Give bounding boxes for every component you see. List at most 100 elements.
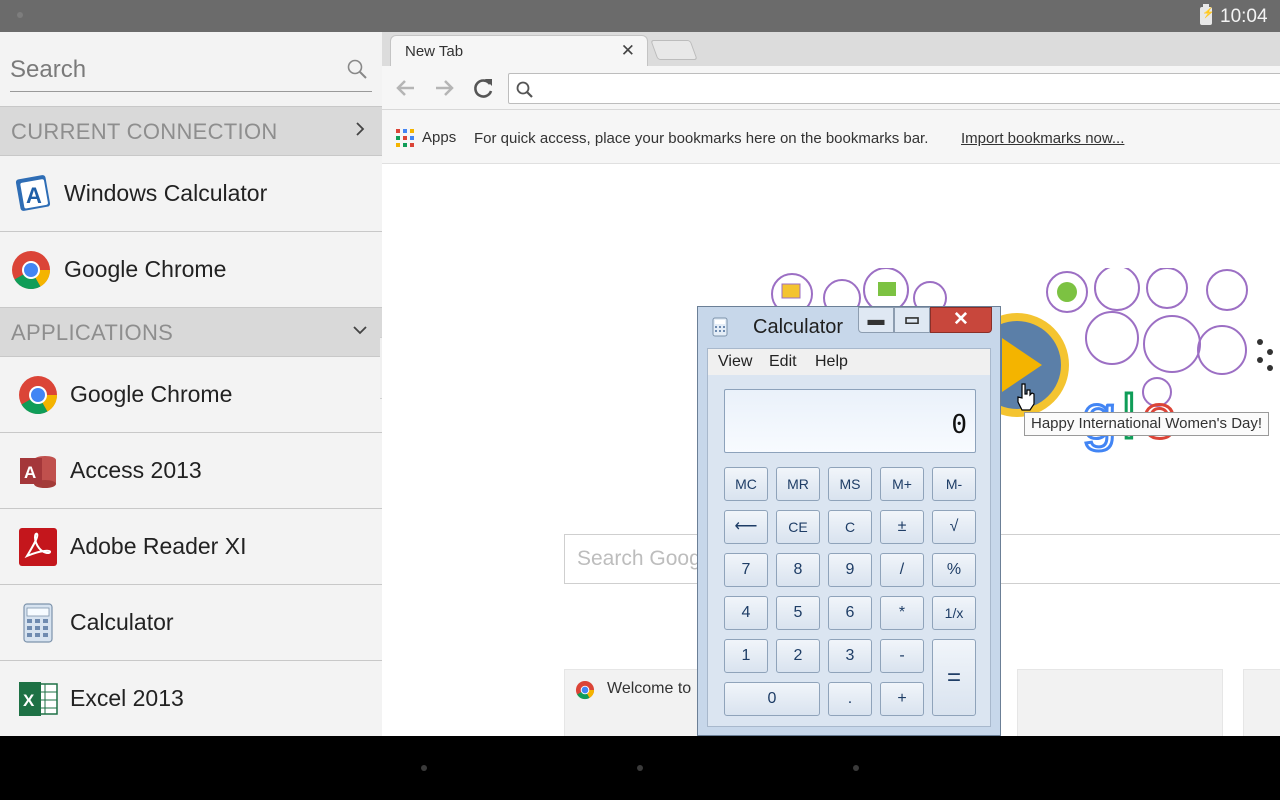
- app-item-label: Adobe Reader XI: [70, 533, 247, 559]
- calculator-window: Calculator ▬ ▭ ✕ View Edit Help 0 MC MR …: [697, 306, 1001, 736]
- chrome-icon: [19, 376, 58, 415]
- key-equals[interactable]: =: [932, 639, 976, 716]
- key-plus-minus[interactable]: ±: [880, 510, 924, 544]
- notification-dot-icon: [17, 12, 23, 18]
- apps-grid-icon[interactable]: [396, 129, 414, 147]
- connection-item-windows-calculator[interactable]: A Windows Calculator: [0, 156, 382, 232]
- app-item-google-chrome[interactable]: Google Chrome: [0, 357, 382, 433]
- bookmarks-bar: Apps For quick access, place your bookma…: [382, 110, 1280, 164]
- app-item-adobe-reader-xi[interactable]: Adobe Reader XI: [0, 509, 382, 585]
- status-bar: 10:04: [0, 0, 1280, 32]
- key-add[interactable]: +: [880, 682, 924, 716]
- key-1[interactable]: 1: [724, 639, 768, 673]
- calculator-body: View Edit Help 0 MC MR MS M+ M- ⟵ CE C ±…: [707, 348, 991, 727]
- key-0[interactable]: 0: [724, 682, 820, 716]
- key-backspace[interactable]: ⟵: [724, 510, 768, 544]
- home-nav-icon[interactable]: [637, 765, 643, 771]
- key-sqrt[interactable]: √: [932, 510, 976, 544]
- import-bookmarks-link[interactable]: Import bookmarks now...: [961, 130, 1124, 147]
- most-visited-tile-empty[interactable]: [1243, 669, 1280, 736]
- chevron-down-icon: [353, 326, 367, 335]
- access-icon: A: [20, 456, 56, 488]
- calculator-icon: [23, 603, 53, 643]
- app-item-excel-2013[interactable]: X Excel 2013: [0, 661, 382, 736]
- back-nav-icon[interactable]: [421, 765, 427, 771]
- search-input[interactable]: [10, 50, 330, 90]
- applications-header[interactable]: APPLICATIONS: [0, 307, 382, 357]
- key-mc[interactable]: MC: [724, 467, 768, 501]
- menu-edit[interactable]: Edit: [769, 353, 797, 371]
- tab-title: New Tab: [405, 43, 464, 60]
- key-5[interactable]: 5: [776, 596, 820, 630]
- forward-icon[interactable]: [430, 74, 458, 102]
- key-c[interactable]: C: [828, 510, 872, 544]
- bookmarks-hint: For quick access, place your bookmarks h…: [474, 130, 929, 147]
- key-8[interactable]: 8: [776, 553, 820, 587]
- tab-new-tab[interactable]: New Tab ✕: [390, 35, 648, 66]
- key-percent[interactable]: %: [932, 553, 976, 587]
- remote-app-icon: A: [15, 175, 51, 211]
- key-multiply[interactable]: *: [880, 596, 924, 630]
- connection-item-label: Windows Calculator: [64, 180, 268, 206]
- key-6[interactable]: 6: [828, 596, 872, 630]
- svg-text:A: A: [26, 183, 42, 208]
- key-3[interactable]: 3: [828, 639, 872, 673]
- app-item-label: Access 2013: [70, 457, 202, 483]
- close-tab-icon[interactable]: ✕: [621, 41, 635, 61]
- side-panel: CURRENT CONNECTION A Windows Calculator …: [0, 32, 382, 736]
- calculator-display: 0: [724, 389, 976, 453]
- chrome-icon: [575, 680, 595, 700]
- maximize-icon: ▭: [903, 310, 921, 329]
- apps-link[interactable]: Apps: [422, 129, 456, 146]
- key-7[interactable]: 7: [724, 553, 768, 587]
- most-visited-tile-empty[interactable]: [1017, 669, 1223, 736]
- search-icon[interactable]: [346, 58, 368, 80]
- key-ms[interactable]: MS: [828, 467, 872, 501]
- address-bar[interactable]: [508, 73, 1280, 104]
- key-decimal[interactable]: .: [828, 682, 872, 716]
- maximize-button[interactable]: ▭: [894, 307, 930, 333]
- new-tab-button[interactable]: [650, 40, 698, 60]
- search-bar: [10, 50, 372, 92]
- chevron-right-icon: [356, 122, 365, 136]
- reload-icon[interactable]: [469, 74, 497, 102]
- key-m-plus[interactable]: M+: [880, 467, 924, 501]
- doodle-tooltip: Happy International Women's Day!: [1024, 412, 1270, 436]
- key-2[interactable]: 2: [776, 639, 820, 673]
- back-icon[interactable]: [392, 74, 420, 102]
- connection-item-google-chrome[interactable]: Google Chrome: [0, 232, 382, 308]
- hand-cursor-icon: [1017, 383, 1035, 411]
- tab-strip: New Tab ✕: [382, 32, 1280, 66]
- current-connection-label: CURRENT CONNECTION: [11, 119, 278, 144]
- connection-item-label: Google Chrome: [64, 256, 227, 282]
- app-item-access-2013[interactable]: A Access 2013: [0, 433, 382, 509]
- menu-view[interactable]: View: [718, 353, 752, 371]
- navigation-bar: [0, 736, 1280, 800]
- key-9[interactable]: 9: [828, 553, 872, 587]
- key-divide[interactable]: /: [880, 553, 924, 587]
- close-button[interactable]: ✕: [930, 307, 992, 333]
- search-icon: [516, 81, 533, 98]
- display-value: 0: [951, 410, 967, 440]
- recents-nav-icon[interactable]: [853, 765, 859, 771]
- browser-toolbar: [382, 66, 1280, 110]
- key-m-minus[interactable]: M-: [932, 467, 976, 501]
- app-item-calculator[interactable]: Calculator: [0, 585, 382, 661]
- key-4[interactable]: 4: [724, 596, 768, 630]
- menu-help[interactable]: Help: [815, 353, 848, 371]
- calculator-menubar: View Edit Help: [708, 349, 990, 375]
- calculator-title: Calculator: [753, 316, 844, 338]
- key-ce[interactable]: CE: [776, 510, 820, 544]
- calculator-titlebar[interactable]: Calculator ▬ ▭ ✕: [698, 307, 1000, 347]
- battery-charging-icon: [1200, 4, 1214, 25]
- address-input[interactable]: [545, 74, 1245, 103]
- app-item-label: Google Chrome: [70, 381, 233, 407]
- key-subtract[interactable]: -: [880, 639, 924, 673]
- adobe-reader-icon: [19, 528, 57, 566]
- app-item-label: Excel 2013: [70, 685, 184, 711]
- current-connection-header[interactable]: CURRENT CONNECTION: [0, 106, 382, 156]
- key-reciprocal[interactable]: 1/x: [932, 596, 976, 630]
- minimize-button[interactable]: ▬: [858, 307, 894, 333]
- applications-label: APPLICATIONS: [11, 320, 174, 345]
- key-mr[interactable]: MR: [776, 467, 820, 501]
